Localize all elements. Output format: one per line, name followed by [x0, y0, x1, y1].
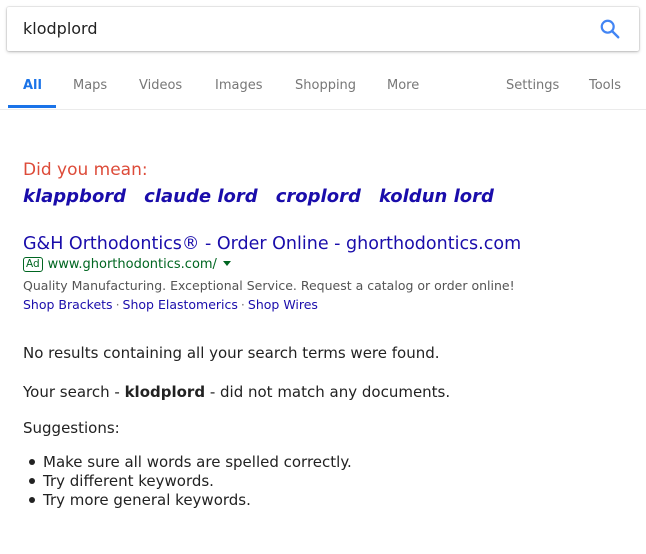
search-icon[interactable]: [599, 18, 621, 40]
sitelink-shop-elastomerics[interactable]: Shop Elastomerics: [123, 297, 238, 312]
sitelink-separator: ·: [115, 297, 120, 312]
suggestions-list: Make sure all words are spelled correctl…: [23, 453, 352, 510]
suggestion-link-croplord[interactable]: croplord: [276, 186, 361, 207]
tab-settings[interactable]: Settings: [506, 70, 559, 108]
sitelink-separator: ·: [240, 297, 245, 312]
list-item: Make sure all words are spelled correctl…: [23, 453, 352, 472]
ad-description: Quality Manufacturing. Exceptional Servi…: [23, 278, 515, 293]
list-item: Try more general keywords.: [23, 491, 352, 510]
ad-title-link[interactable]: G&H Orthodontics® - Order Online - ghort…: [23, 234, 521, 254]
your-search-message: Your search - klodplord - did not match …: [23, 383, 450, 401]
suggestion-text: Try different keywords.: [43, 472, 214, 490]
tab-maps[interactable]: Maps: [73, 70, 107, 108]
no-results-message: No results containing all your search te…: [23, 344, 440, 362]
your-search-prefix: Your search -: [23, 383, 125, 401]
suggestions-heading: Suggestions:: [23, 419, 120, 437]
list-item: Try different keywords.: [23, 472, 352, 491]
ad-display-url: www.ghorthodontics.com/: [47, 257, 217, 272]
active-tab-indicator: [8, 105, 56, 108]
bullet-icon: [29, 477, 35, 484]
tab-all[interactable]: All: [23, 70, 42, 108]
tab-videos[interactable]: Videos: [139, 70, 182, 108]
tab-images[interactable]: Images: [215, 70, 263, 108]
ad-url-row: Ad www.ghorthodontics.com/: [23, 257, 633, 273]
search-input[interactable]: [23, 7, 583, 51]
ad-badge: Ad: [23, 257, 43, 272]
ad-sitelinks: Shop Brackets · Shop Elastomerics · Shop Wir…: [23, 297, 633, 312]
tabs-divider: [0, 109, 646, 110]
caret-down-icon[interactable]: [222, 261, 231, 266]
search-tabs: All Maps Videos Images Shopping More Set…: [0, 70, 646, 110]
tab-tools[interactable]: Tools: [589, 70, 621, 108]
tab-more[interactable]: More: [387, 70, 419, 108]
sitelink-shop-brackets[interactable]: Shop Brackets: [23, 297, 113, 312]
sitelink-shop-wires[interactable]: Shop Wires: [248, 297, 318, 312]
suggestion-text: Make sure all words are spelled correctl…: [43, 453, 352, 471]
suggestion-link-claude-lord[interactable]: claude lord: [144, 186, 257, 207]
suggestion-text: Try more general keywords.: [43, 491, 251, 509]
bullet-icon: [29, 496, 35, 503]
tab-shopping[interactable]: Shopping: [295, 70, 356, 108]
your-search-term: klodplord: [124, 383, 206, 401]
bullet-icon: [29, 458, 35, 465]
suggestion-link-klappbord[interactable]: klappbord: [23, 186, 126, 207]
ad-result: G&H Orthodontics® - Order Online - ghort…: [23, 234, 633, 312]
suggestion-link-koldun-lord[interactable]: koldun lord: [379, 186, 494, 207]
did-you-mean-label: Did you mean:: [23, 160, 148, 180]
did-you-mean-suggestions: klappbord claude lord croplord koldun lo…: [23, 186, 507, 207]
search-box[interactable]: [7, 7, 639, 51]
your-search-suffix: - did not match any documents.: [205, 383, 451, 401]
